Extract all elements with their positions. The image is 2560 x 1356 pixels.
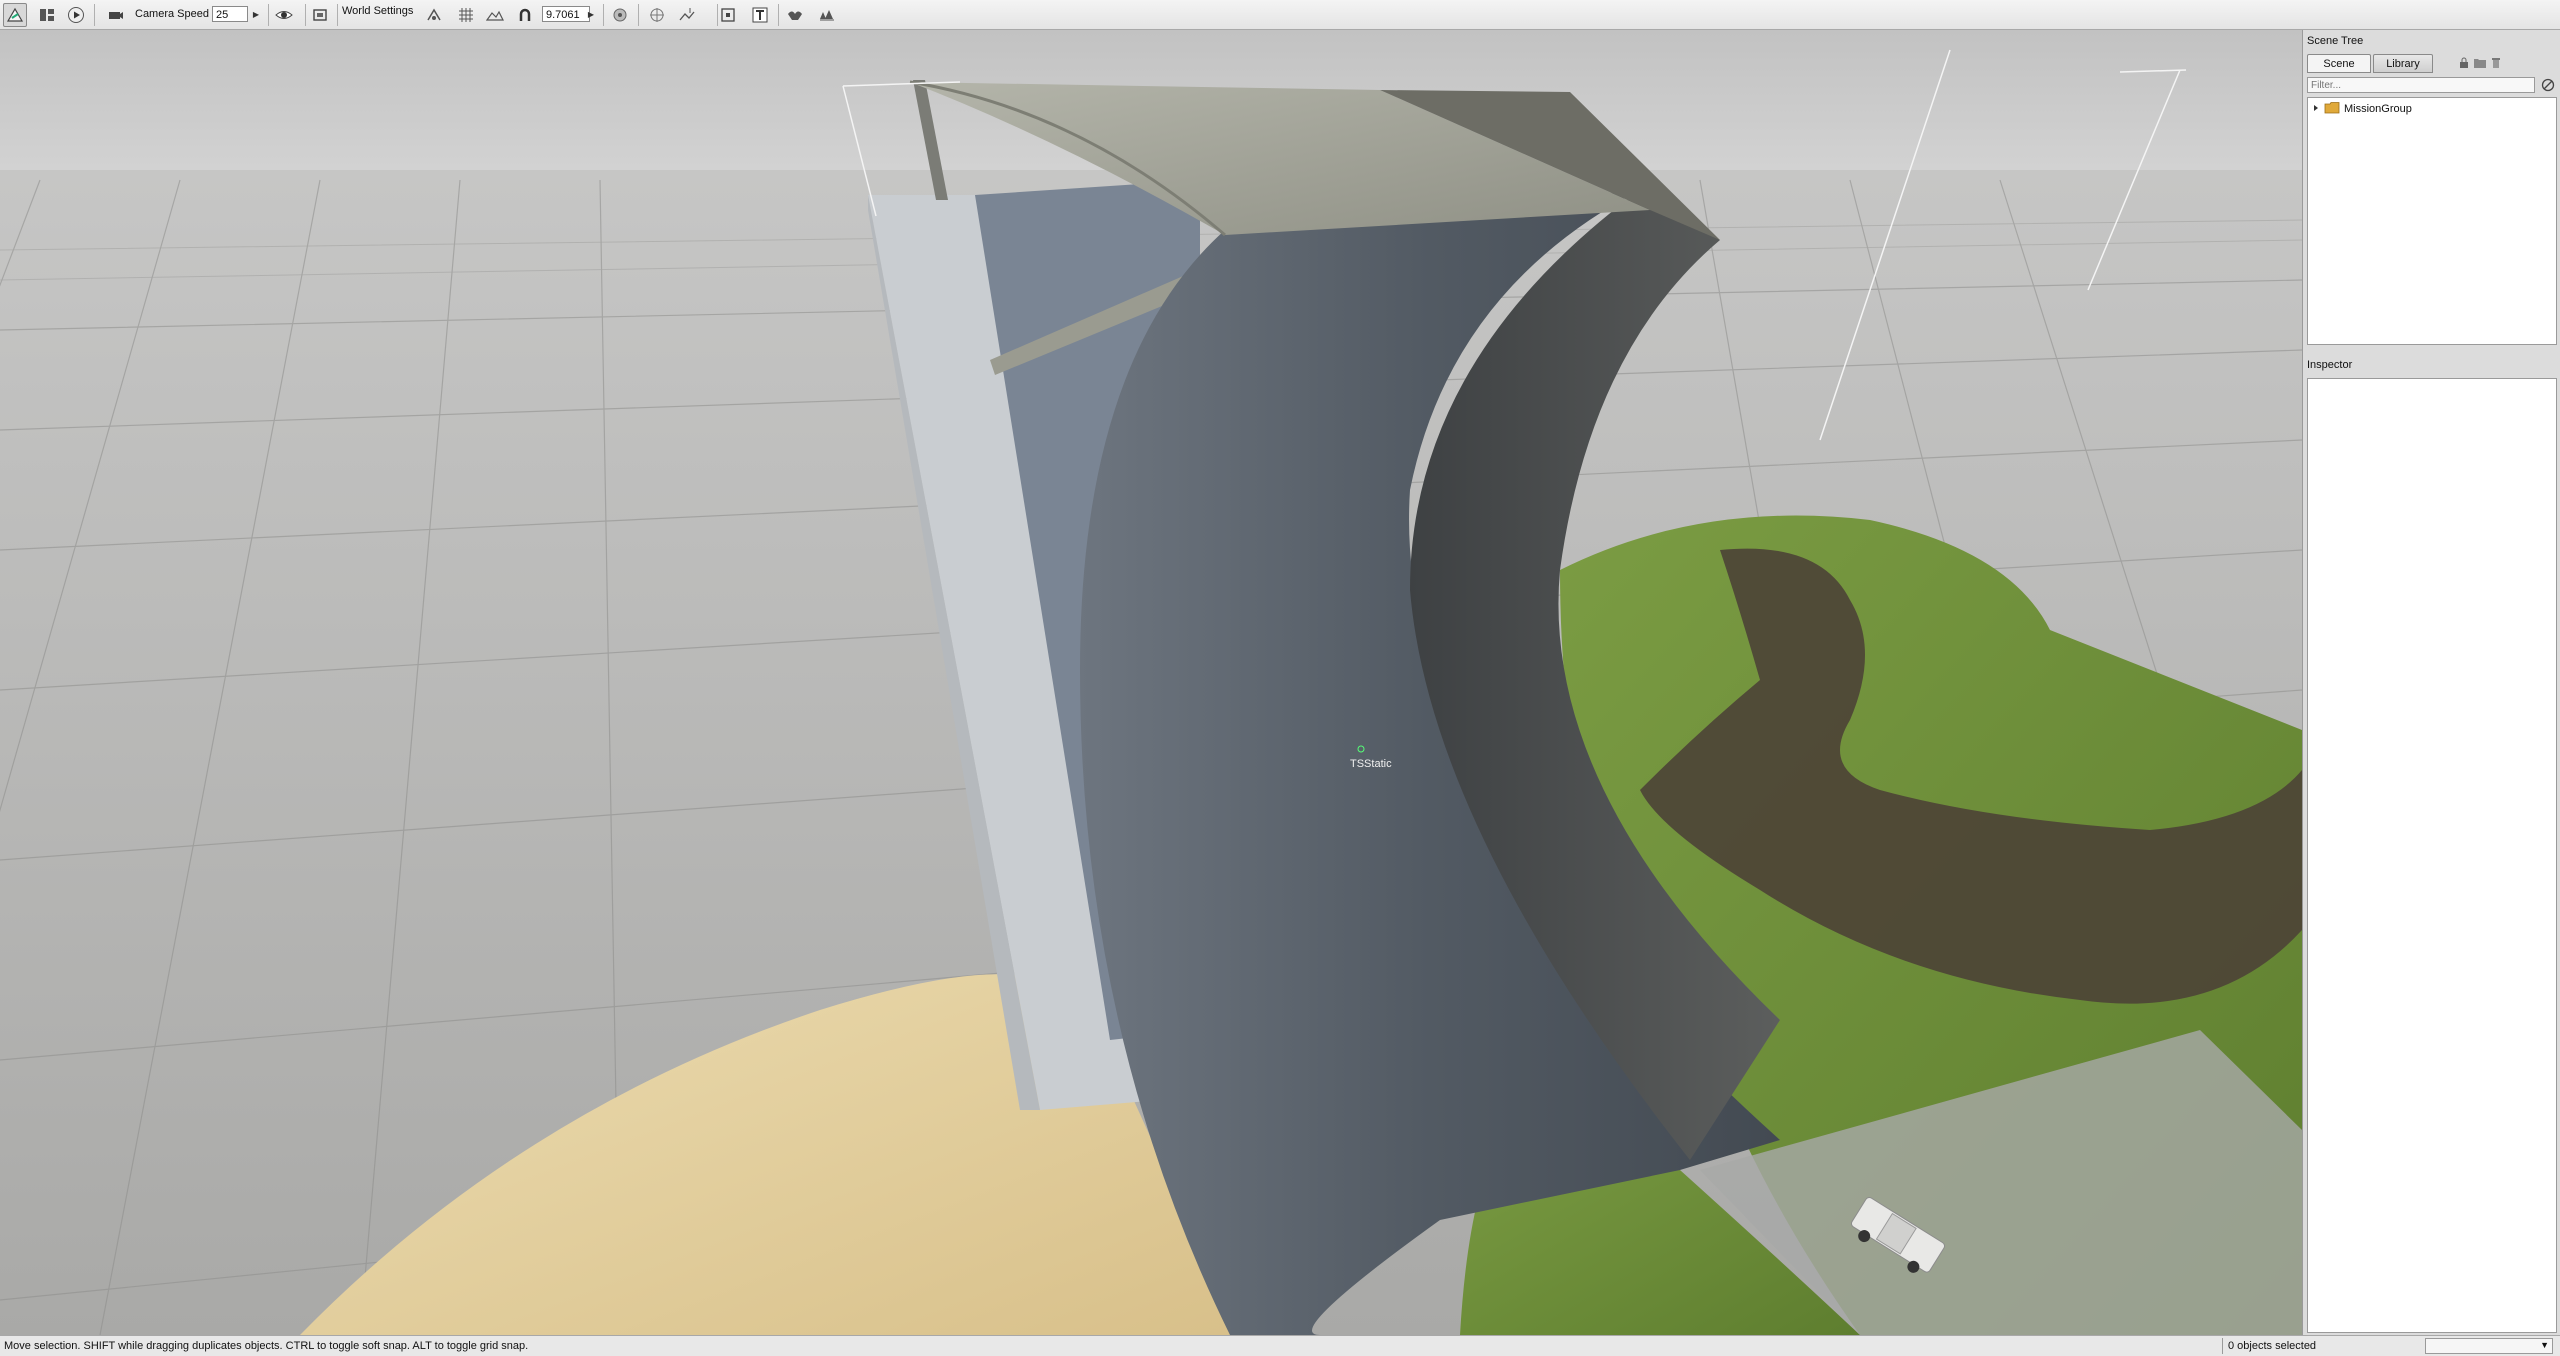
tree-icon-group (2458, 57, 2502, 72)
toolbar-separator (94, 4, 95, 26)
snap-toggle-icon[interactable] (422, 3, 446, 27)
snap-value-arrow-icon[interactable]: ▶ (585, 6, 597, 22)
chevron-down-icon: ▼ (2540, 1340, 2549, 1350)
toolbar-separator (638, 4, 639, 26)
main-toolbar: Camera Speed 25 ▶ World Settings 9.7061 … (0, 0, 2560, 30)
status-bar: Move selection. SHIFT while dragging dup… (0, 1335, 2560, 1356)
toolbar-separator (603, 4, 604, 26)
toolbar-separator (305, 4, 306, 26)
world-transform-icon[interactable] (645, 3, 669, 27)
scene-tree[interactable]: MissionGroup (2307, 97, 2557, 345)
camera-speed-label: Camera Speed (135, 8, 209, 20)
object-name-label: TSStatic (1350, 758, 1392, 770)
inspector-title: Inspector (2307, 359, 2353, 371)
delete-icon[interactable] (2490, 57, 2502, 72)
folder-icon (2324, 101, 2340, 117)
fit-view-icon[interactable] (308, 3, 332, 27)
lock-icon[interactable] (2458, 57, 2470, 72)
object-center-icon[interactable] (608, 3, 632, 27)
camera-speed-field[interactable]: 25 (212, 6, 248, 22)
filter-input[interactable] (2307, 77, 2535, 93)
scene-tree-title: Scene Tree (2307, 35, 2364, 47)
status-dropdown[interactable]: ▼ (2425, 1338, 2553, 1354)
grid-snap-icon[interactable] (454, 3, 478, 27)
status-message: Move selection. SHIFT while dragging dup… (4, 1340, 529, 1352)
world-settings-label[interactable]: World Settings (342, 5, 413, 17)
tree-item-label: MissionGroup (2344, 103, 2412, 115)
forest-icon[interactable] (815, 3, 839, 27)
folder-icon[interactable] (2473, 57, 2487, 72)
clear-filter-icon[interactable] (2541, 78, 2555, 95)
selected-count: 0 objects selected (2228, 1340, 2317, 1352)
world-editor-icon[interactable] (3, 3, 27, 27)
toolbar-separator (268, 4, 269, 26)
selection-box-icon[interactable] (716, 3, 740, 27)
text-label-icon[interactable] (748, 3, 772, 27)
side-panel: Scene Tree Scene Library MissionGroup In… (2302, 30, 2560, 1335)
camera-icon[interactable] (104, 3, 128, 27)
camera-speed-arrow-icon[interactable]: ▶ (250, 6, 262, 22)
visibility-eye-icon[interactable] (272, 3, 296, 27)
snap-value-field[interactable]: 9.7061 (542, 6, 590, 22)
tree-item-missiongroup[interactable]: MissionGroup (2312, 101, 2412, 117)
scene-render (0, 30, 2302, 1335)
3d-viewport[interactable]: TSStatic (0, 30, 2302, 1335)
toolbar-separator (337, 4, 338, 26)
magnet-icon[interactable] (513, 3, 537, 27)
decal-bird-icon[interactable] (783, 3, 807, 27)
drop-at-icon[interactable] (675, 3, 699, 27)
inspector-panel[interactable] (2307, 378, 2557, 1333)
tab-library[interactable]: Library (2373, 54, 2433, 73)
tab-scene[interactable]: Scene (2307, 54, 2371, 73)
play-icon[interactable] (64, 3, 88, 27)
status-divider (2222, 1338, 2223, 1354)
gui-editor-icon[interactable] (35, 3, 59, 27)
terrain-snap-icon[interactable] (483, 3, 507, 27)
toolbar-separator (778, 4, 779, 26)
expand-arrow-icon[interactable] (2312, 103, 2320, 115)
